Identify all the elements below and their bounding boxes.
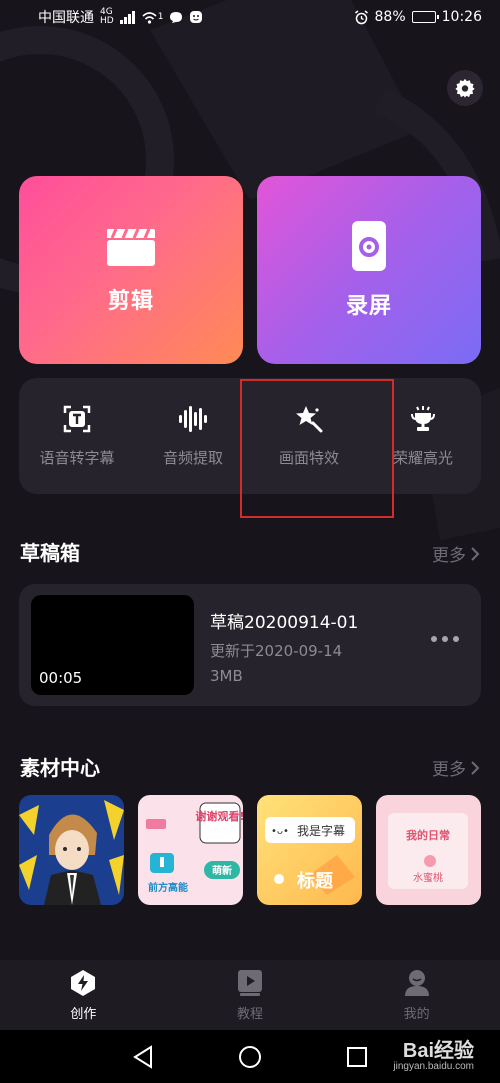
- edit-label: 剪辑: [107, 289, 154, 314]
- tool-speech-to-subtitle[interactable]: 语音转字幕: [19, 378, 135, 494]
- record-screen-card[interactable]: 录屏: [257, 176, 481, 364]
- gear-icon: [455, 78, 475, 98]
- daily-style-thumbnail: 我的日常 水蜜桃: [376, 795, 481, 905]
- settings-button[interactable]: [447, 70, 483, 106]
- nav-create[interactable]: 创作: [0, 960, 167, 1030]
- record-label: 录屏: [345, 294, 392, 319]
- sticker-text: 我是字幕: [297, 823, 345, 838]
- battery-icon: [411, 11, 439, 23]
- tool-label: 画面特效: [278, 448, 339, 467]
- materials-title: 素材中心: [20, 756, 100, 780]
- recents-square-icon[interactable]: [346, 1046, 368, 1068]
- material-item-daily[interactable]: 我的日常 水蜜桃: [376, 795, 481, 905]
- network-tag-bottom: HD: [100, 16, 114, 26]
- materials-more-link[interactable]: 更多: [432, 755, 480, 780]
- materials-row: 谢谢观看! 萌新 前方高能 •ᴗ• 我是字幕 标题 我的日常 水蜜桃: [19, 795, 500, 905]
- nav-label: 教程: [237, 1006, 264, 1022]
- material-item-subtitle[interactable]: •ᴗ• 我是字幕 标题: [257, 795, 362, 905]
- drafts-more-link[interactable]: 更多: [432, 541, 480, 566]
- sticker-text: 水蜜桃: [413, 871, 443, 884]
- notification-count: 1: [157, 11, 164, 22]
- more-options-icon[interactable]: [431, 636, 459, 642]
- sticker-text: 我的日常: [406, 828, 450, 842]
- draft-duration: 00:05: [39, 669, 83, 687]
- nav-tutorial[interactable]: 教程: [167, 960, 334, 1030]
- more-label: 更多: [432, 760, 466, 780]
- subtitle-style-thumbnail: •ᴗ• 我是字幕 标题: [257, 795, 362, 905]
- draft-thumbnail: 00:05: [31, 595, 194, 695]
- profile-icon: [404, 969, 429, 996]
- chevron-right-icon: [471, 546, 480, 561]
- anime-character-thumbnail: [19, 795, 124, 905]
- svg-text:•ᴗ•: •ᴗ•: [271, 826, 289, 837]
- sticker-text: 前方高能: [148, 881, 188, 894]
- clock: 10:26: [441, 9, 482, 25]
- create-lightning-icon: [71, 969, 96, 996]
- material-item-anime[interactable]: [19, 795, 124, 905]
- sticker-text: 标题: [296, 870, 334, 892]
- tool-label: 语音转字幕: [39, 448, 115, 467]
- tool-visual-effects[interactable]: 画面特效: [251, 378, 367, 494]
- sticker-text: 谢谢观看!: [195, 809, 243, 823]
- tools-panel: 语音转字幕 音频提取 画面特效 荣耀高光: [19, 378, 481, 494]
- bottom-navigation: 创作 教程 我的: [0, 960, 500, 1030]
- chat-bubble-icon: [170, 11, 183, 23]
- sticker-text: 萌新: [212, 864, 232, 877]
- drafts-title: 草稿箱: [20, 541, 80, 565]
- wifi-icon: [142, 11, 157, 24]
- draft-item[interactable]: 00:05 草稿20200914-01 更新于2020-09-14 3MB: [19, 584, 481, 706]
- battery-percent: 88%: [374, 9, 406, 25]
- tool-audio-extract[interactable]: 音频提取: [135, 378, 251, 494]
- nav-label: 我的: [403, 1006, 430, 1022]
- audio-waveform-icon: [179, 405, 207, 432]
- network-type: 4G HD: [100, 8, 114, 26]
- tool-label: 音频提取: [162, 448, 223, 467]
- more-label: 更多: [432, 546, 466, 566]
- draft-size: 3MB: [210, 667, 243, 685]
- speech-to-text-icon: [63, 405, 91, 432]
- nav-mine[interactable]: 我的: [333, 960, 500, 1030]
- home-circle-icon[interactable]: [238, 1045, 262, 1069]
- edit-card[interactable]: 剪辑: [19, 176, 243, 364]
- draft-updated: 更新于2020-09-14: [210, 642, 343, 660]
- app-notification-icon: [190, 11, 203, 23]
- phone-record-icon: [352, 221, 386, 271]
- chevron-right-icon: [471, 760, 480, 775]
- trophy-icon: [411, 405, 435, 431]
- signal-icon: [119, 10, 135, 24]
- tool-glory-highlights[interactable]: 荣耀高光: [365, 378, 481, 494]
- sticker-pack-thumbnail: 谢谢观看! 萌新 前方高能: [138, 795, 243, 905]
- alarm-icon: [354, 9, 368, 24]
- tutorial-book-icon: [238, 969, 262, 996]
- material-item-stickers[interactable]: 谢谢观看! 萌新 前方高能: [138, 795, 243, 905]
- watermark-logo: Bai经验: [402, 1040, 474, 1062]
- draft-name: 草稿20200914-01: [210, 613, 359, 633]
- carrier-label: 中国联通: [38, 10, 94, 26]
- tool-label: 荣耀高光: [392, 448, 453, 467]
- clapperboard-icon: [107, 228, 155, 266]
- watermark-url: jingyan.baidu.com: [393, 1061, 474, 1072]
- back-triangle-icon[interactable]: [132, 1044, 154, 1069]
- star-effect-icon: [296, 405, 323, 432]
- status-bar: 中国联通 4G HD 1 88% 10:26: [0, 0, 500, 34]
- nav-label: 创作: [70, 1006, 97, 1022]
